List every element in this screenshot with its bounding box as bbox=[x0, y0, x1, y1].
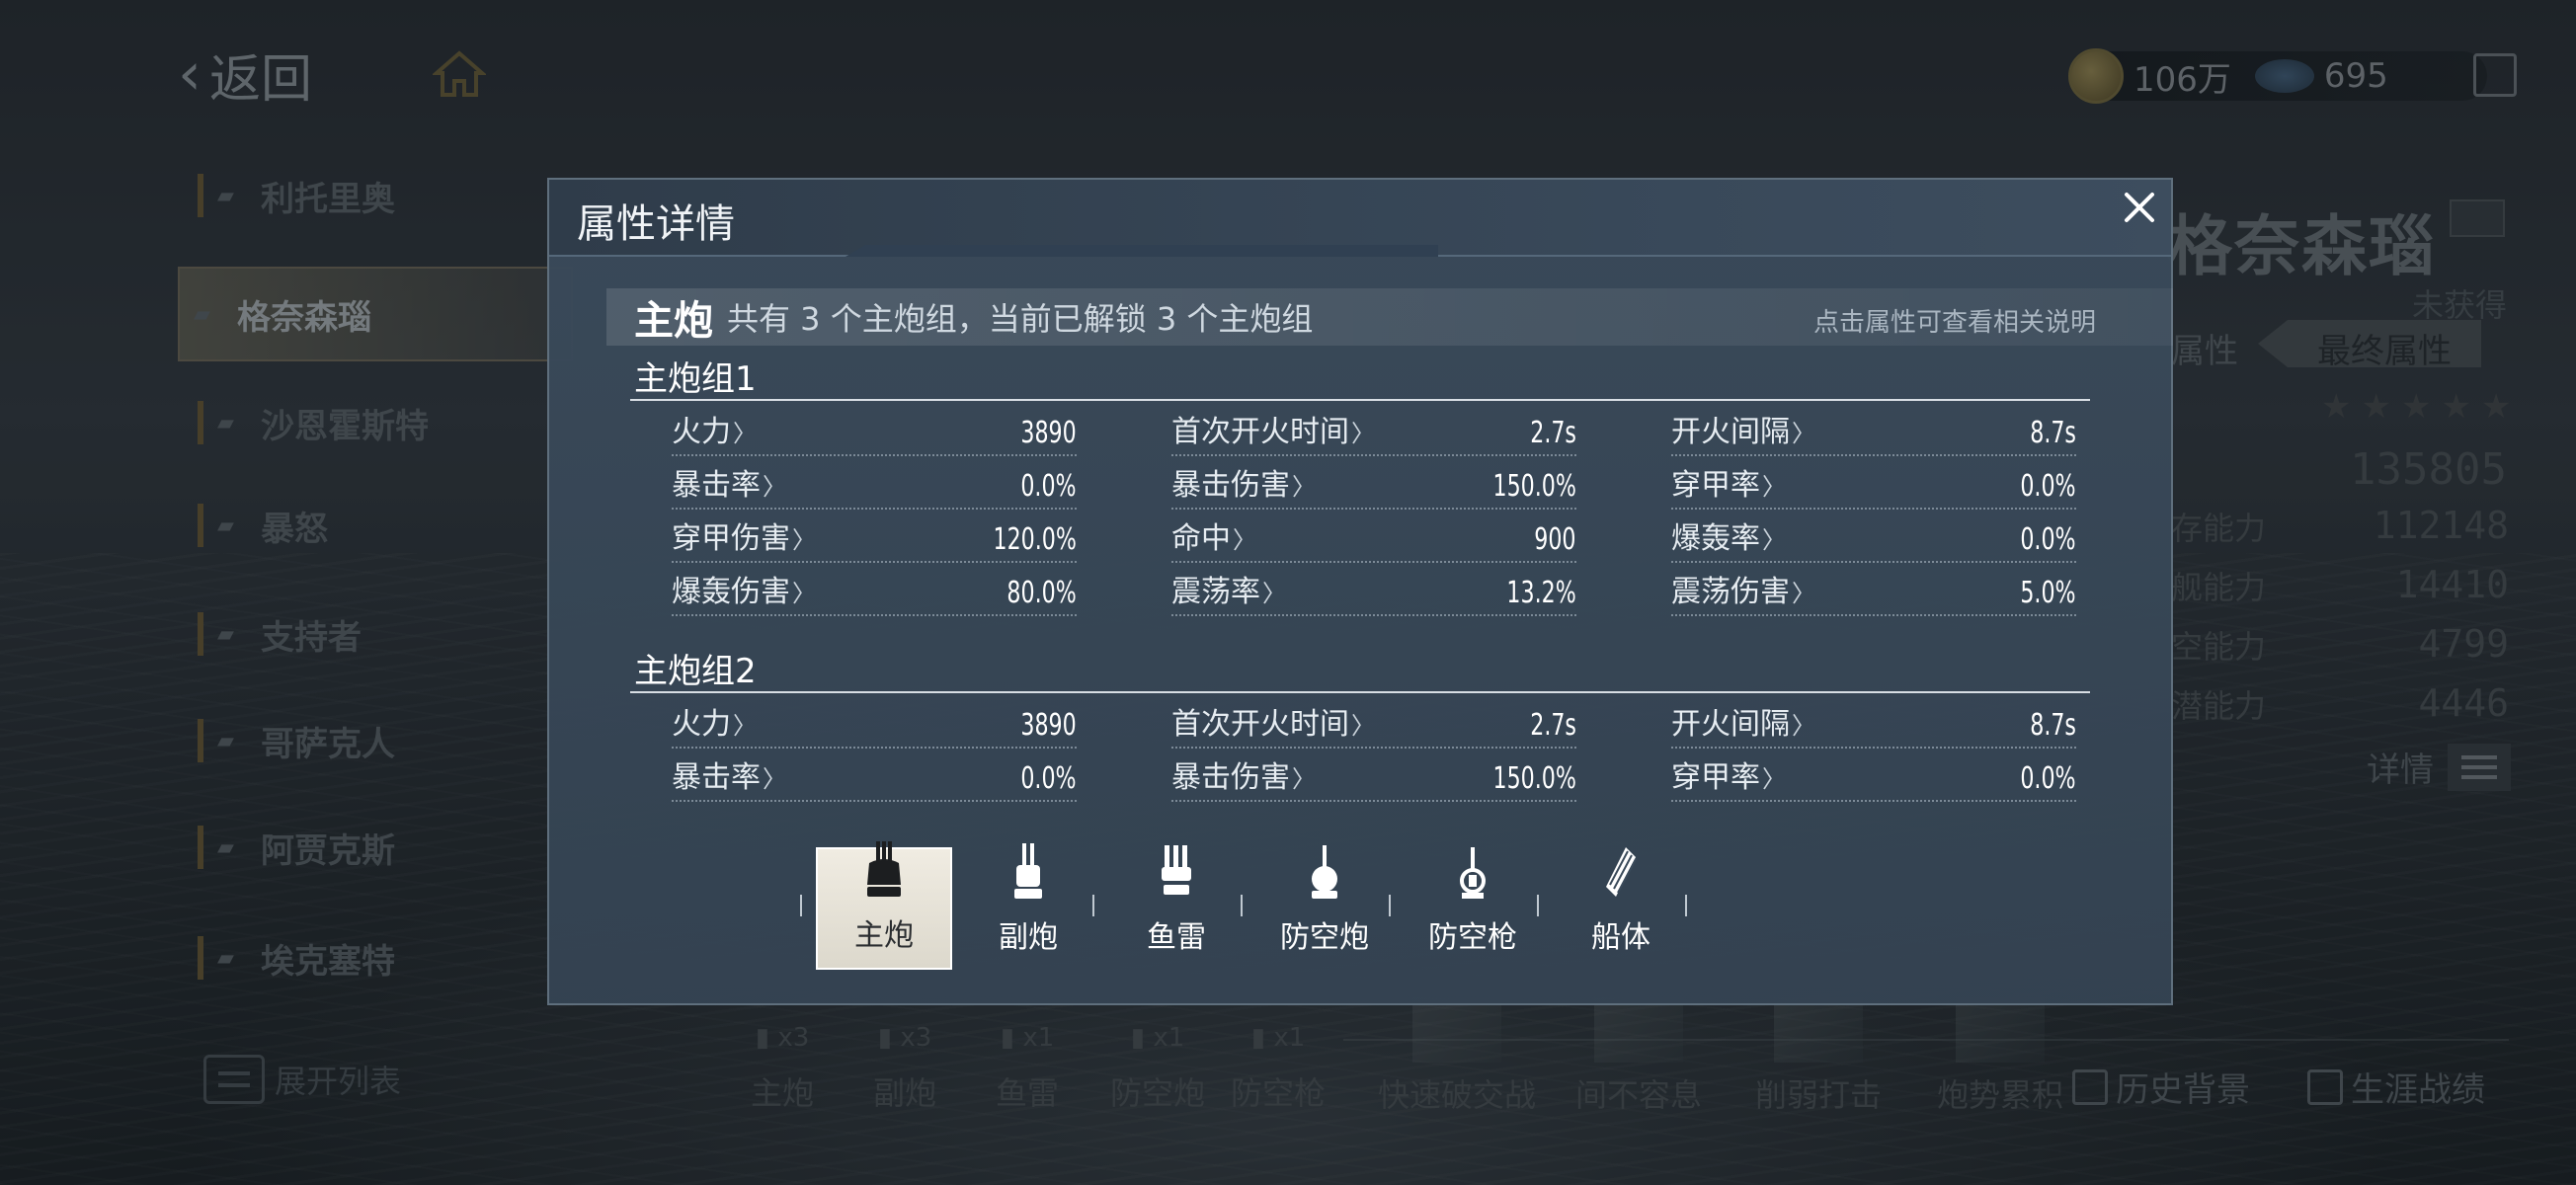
weapon-tab-label: 鱼雷 bbox=[1147, 920, 1206, 955]
stat-value: 150.0% bbox=[1492, 469, 1576, 504]
weapon-tab-label: 主炮 bbox=[854, 918, 914, 953]
stat-value: 2.7s bbox=[1530, 708, 1576, 743]
stat-value: 5.0% bbox=[2020, 576, 2076, 610]
stat-label: 命中 bbox=[1171, 514, 1256, 557]
stat-label: 暴击伤害 bbox=[1171, 752, 1316, 796]
stat-label: 穿甲率 bbox=[1671, 752, 1786, 796]
stat-item[interactable]: 火力3890 bbox=[672, 703, 1077, 749]
stat-value: 900 bbox=[1534, 522, 1576, 557]
stat-label: 暴击率 bbox=[672, 752, 786, 796]
stat-value: 0.0% bbox=[1020, 761, 1077, 796]
weapon-tab-label: 防空炮 bbox=[1280, 920, 1369, 955]
summary-weapon: 主炮 bbox=[634, 298, 713, 344]
stat-item[interactable]: 火力3890 bbox=[672, 411, 1077, 456]
group-divider bbox=[630, 399, 2090, 401]
stat-item[interactable]: 暴击率0.0% bbox=[672, 464, 1077, 510]
stat-item[interactable]: 震荡率13.2% bbox=[1171, 571, 1576, 616]
modal-header: 属性详情 bbox=[549, 180, 2171, 257]
stat-label: 震荡伤害 bbox=[1671, 567, 1815, 610]
stat-item[interactable]: 首次开火时间2.7s bbox=[1171, 411, 1576, 456]
stat-item[interactable]: 首次开火时间2.7s bbox=[1171, 703, 1576, 749]
stat-item[interactable]: 暴击伤害150.0% bbox=[1171, 464, 1576, 510]
header-notch bbox=[845, 245, 1438, 257]
stat-label: 火力 bbox=[672, 699, 757, 743]
secondary-gun-icon bbox=[1004, 841, 1053, 907]
weapon-tabs: 主炮 副炮 鱼雷 防空炮 防空枪 船体 bbox=[549, 841, 2171, 970]
stat-label: 首次开火时间 bbox=[1171, 407, 1375, 450]
tab-aa-gun[interactable]: 防空枪 bbox=[1405, 847, 1541, 970]
stat-value: 120.0% bbox=[993, 522, 1077, 557]
stat-label: 震荡率 bbox=[1171, 567, 1286, 610]
stat-label: 穿甲率 bbox=[1671, 460, 1786, 504]
stat-value: 3890 bbox=[1020, 416, 1077, 450]
stat-value: 0.0% bbox=[2020, 469, 2076, 504]
stat-value: 0.0% bbox=[2020, 761, 2076, 796]
tab-hull[interactable]: 船体 bbox=[1553, 847, 1689, 970]
stat-label: 开火间隔 bbox=[1671, 699, 1815, 743]
stat-item[interactable]: 开火间隔8.7s bbox=[1671, 411, 2076, 456]
stat-value: 150.0% bbox=[1492, 761, 1576, 796]
stat-value: 8.7s bbox=[2030, 416, 2076, 450]
stat-label: 暴击伤害 bbox=[1171, 460, 1316, 504]
tab-separator bbox=[800, 895, 802, 916]
tab-secondary-gun[interactable]: 副炮 bbox=[960, 843, 1096, 970]
stat-label: 暴击率 bbox=[672, 460, 786, 504]
summary-hint: 点击属性可查看相关说明 bbox=[1812, 308, 2096, 338]
tab-main-gun[interactable]: 主炮 bbox=[816, 841, 952, 970]
group-title: 主炮组1 bbox=[634, 359, 757, 399]
tab-torpedo[interactable]: 鱼雷 bbox=[1108, 845, 1245, 970]
stat-label: 火力 bbox=[672, 407, 757, 450]
weapon-tab-label: 副炮 bbox=[999, 920, 1058, 955]
hull-icon bbox=[1596, 841, 1646, 907]
stat-item[interactable]: 爆轰伤害80.0% bbox=[672, 571, 1077, 616]
stat-item[interactable]: 震荡伤害5.0% bbox=[1671, 571, 2076, 616]
group-divider bbox=[630, 691, 2090, 693]
stat-item[interactable]: 开火间隔8.7s bbox=[1671, 703, 2076, 749]
stat-label: 首次开火时间 bbox=[1171, 699, 1375, 743]
stat-label: 爆轰率 bbox=[1671, 514, 1786, 557]
close-icon[interactable] bbox=[2116, 184, 2163, 231]
stat-item[interactable]: 暴击伤害150.0% bbox=[1171, 756, 1576, 802]
stat-value: 2.7s bbox=[1530, 416, 1576, 450]
torpedo-icon bbox=[1152, 841, 1201, 907]
stat-item[interactable]: 爆轰率 0.0% bbox=[1671, 517, 2076, 563]
stat-value: 3890 bbox=[1020, 708, 1077, 743]
summary-bar: 主炮 共有 3 个主炮组，当前已解锁 3 个主炮组 点击属性可查看相关说明 bbox=[606, 288, 2173, 346]
stat-label: 开火间隔 bbox=[1671, 407, 1815, 450]
stat-item[interactable]: 穿甲伤害 120.0% bbox=[672, 517, 1077, 563]
stat-item[interactable]: 命中 900 bbox=[1171, 517, 1576, 563]
weapon-tab-label: 防空枪 bbox=[1428, 920, 1517, 955]
stat-item[interactable]: 穿甲率0.0% bbox=[1671, 464, 2076, 510]
weapon-tab-label: 船体 bbox=[1591, 920, 1650, 955]
attribute-detail-modal: 属性详情 主炮 共有 3 个主炮组，当前已解锁 3 个主炮组 点击属性可查看相关… bbox=[547, 178, 2173, 1005]
group-title: 主炮组2 bbox=[634, 652, 757, 691]
modal-title: 属性详情 bbox=[577, 201, 735, 247]
summary-description: 共有 3 个主炮组，当前已解锁 3 个主炮组 bbox=[727, 300, 1314, 338]
stat-item[interactable]: 暴击率0.0% bbox=[672, 756, 1077, 802]
tab-aa-cannon[interactable]: 防空炮 bbox=[1256, 845, 1393, 970]
stat-label: 爆轰伤害 bbox=[672, 567, 816, 610]
aa-gun-icon bbox=[1448, 841, 1497, 907]
stat-item[interactable]: 穿甲率0.0% bbox=[1671, 756, 2076, 802]
stat-value: 13.2% bbox=[1506, 576, 1576, 610]
main-gun-icon bbox=[859, 839, 909, 905]
stat-value: 0.0% bbox=[2020, 522, 2076, 557]
stat-value: 0.0% bbox=[1020, 469, 1077, 504]
stat-label: 穿甲伤害 bbox=[672, 514, 816, 557]
aa-cannon-icon bbox=[1300, 841, 1349, 907]
stat-value: 8.7s bbox=[2030, 708, 2076, 743]
stat-value: 80.0% bbox=[1006, 576, 1077, 610]
